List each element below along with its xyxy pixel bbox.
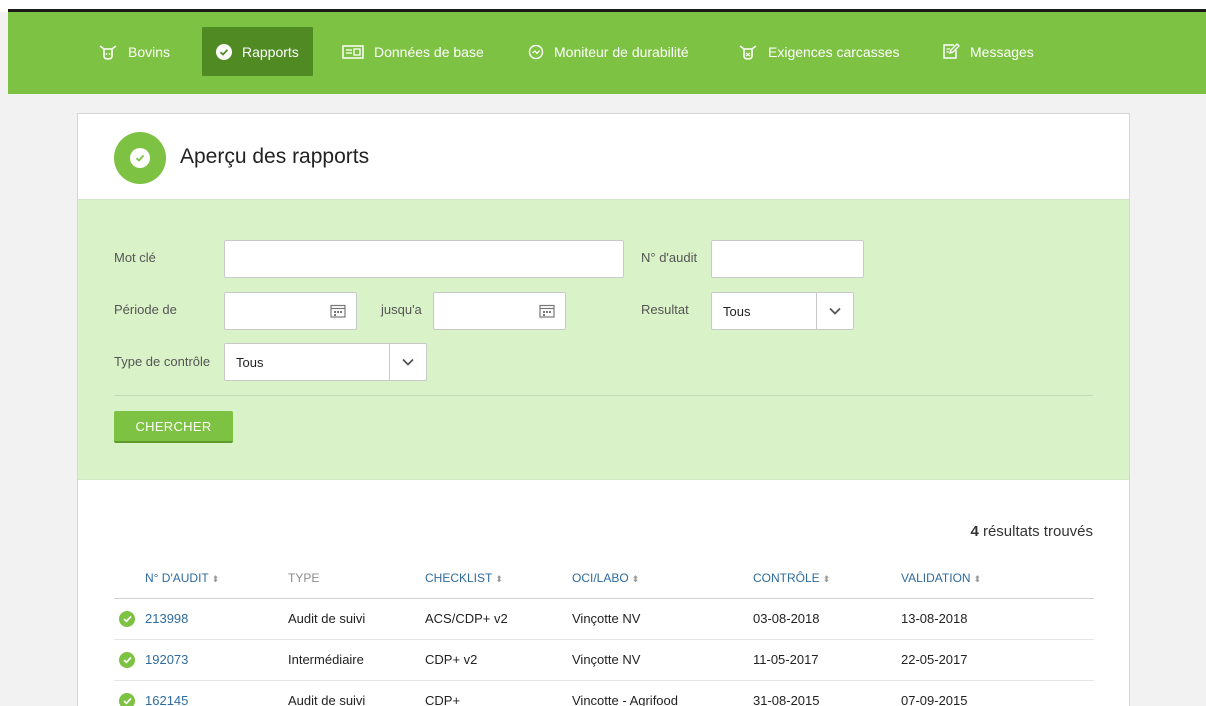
period-to-input[interactable] (433, 292, 566, 330)
carcass-icon (738, 43, 768, 61)
column-header-validation-label: VALIDATION (901, 571, 971, 585)
nav-label-donnees: Données de base (374, 43, 484, 60)
reports-header-icon (114, 132, 166, 184)
period-until-label: jusqu'a (381, 302, 422, 317)
search-button[interactable]: CHERCHER (114, 411, 233, 443)
control-type-select[interactable]: Tous (224, 343, 427, 381)
column-header-oci[interactable]: OCI/LABO ⬍ (572, 571, 639, 585)
calendar-icon[interactable] (330, 304, 346, 318)
chevron-down-icon[interactable] (816, 293, 853, 329)
cell-checklist: CDP+ (425, 693, 461, 706)
check-circle-icon (216, 43, 242, 60)
column-header-checklist[interactable]: CHECKLIST ⬍ (425, 571, 503, 585)
cell-checklist: ACS/CDP+ v2 (425, 611, 508, 626)
sort-icon: ⬍ (211, 574, 220, 584)
table-row[interactable]: 213998 Audit de suivi ACS/CDP+ v2 Vinçot… (114, 599, 1094, 640)
cell-checklist: CDP+ v2 (425, 652, 478, 667)
keyword-input[interactable] (224, 240, 624, 278)
id-card-icon (342, 44, 374, 59)
audit-number-link[interactable]: 192073 (145, 652, 188, 667)
cell-control-date: 11-05-2017 (753, 652, 819, 667)
nav-label-messages: Messages (970, 43, 1034, 60)
column-header-type: TYPE (288, 571, 320, 585)
result-select[interactable]: Tous (711, 292, 854, 330)
cell-type: Intermédiaire (288, 652, 364, 667)
results-count: 4 résultats trouvés (970, 523, 1093, 540)
column-header-control-label: CONTRÔLE (753, 571, 820, 585)
table-row[interactable]: 192073 Intermédiaire CDP+ v2 Vinçotte NV… (114, 640, 1094, 681)
cell-oci: Vinçotte NV (572, 611, 641, 626)
filter-divider (114, 395, 1093, 396)
table-row[interactable]: 162145 Audit de suivi CDP+ Vincotte - Ag… (114, 681, 1094, 706)
audit-number-link[interactable]: 213998 (145, 611, 188, 626)
column-header-oci-label: OCI/LABO (572, 571, 629, 585)
column-header-audit[interactable]: N° D'AUDIT ⬍ (145, 571, 219, 585)
cell-type: Audit de suivi (288, 693, 366, 706)
sort-icon: ⬍ (495, 574, 503, 584)
sort-icon: ⬍ (631, 574, 640, 584)
nav-label-bovins: Bovins (128, 43, 171, 60)
audit-number-input[interactable] (711, 240, 864, 278)
nav-item-donnees-de-base[interactable]: Données de base (342, 27, 484, 76)
nav-label-exigences: Exigences carcasses (768, 43, 900, 60)
sort-icon: ⬍ (973, 574, 982, 584)
results-count-number: 4 (970, 523, 979, 540)
status-check-icon (119, 652, 135, 668)
chevron-down-icon[interactable] (389, 344, 426, 380)
column-header-checklist-label: CHECKLIST (425, 571, 493, 585)
control-type-label: Type de contrôle (114, 354, 211, 369)
nav-label-moniteur: Moniteur de durabilité (554, 43, 689, 60)
cow-icon (98, 43, 128, 61)
column-header-control[interactable]: CONTRÔLE ⬍ (753, 571, 830, 585)
results-count-text: résultats trouvés (982, 523, 1093, 540)
nav-item-exigences[interactable]: Exigences carcasses (738, 27, 900, 76)
cell-validation-date: 07-09-2015 (901, 693, 968, 706)
cell-type: Audit de suivi (288, 611, 366, 626)
check-icon (135, 154, 145, 162)
nav-item-messages[interactable]: Messages (942, 27, 1034, 76)
message-edit-icon (942, 43, 970, 60)
nav-item-rapports[interactable]: Rapports (202, 27, 313, 76)
audit-number-label: N° d'audit (641, 250, 698, 265)
status-check-icon (119, 611, 135, 627)
top-border (0, 0, 1206, 12)
result-select-value: Tous (723, 304, 751, 319)
nav-item-moniteur[interactable]: Moniteur de durabilité (528, 27, 689, 76)
sort-icon: ⬍ (822, 574, 831, 584)
nav-label-rapports: Rapports (242, 43, 299, 60)
search-filters: Mot clé N° d'audit Période de jusqu'a Re… (78, 199, 1129, 480)
gauge-icon (528, 44, 554, 60)
cell-control-date: 31-08-2015 (753, 693, 820, 706)
control-type-value: Tous (236, 355, 264, 370)
audit-number-link[interactable]: 162145 (145, 693, 188, 706)
keyword-label: Mot clé (114, 250, 156, 265)
page-title: Aperçu des rapports (180, 145, 370, 168)
reports-panel: Aperçu des rapports Mot clé N° d'audit P… (77, 113, 1130, 706)
cell-oci: Vinçotte NV (572, 652, 641, 667)
column-header-audit-label: N° D'AUDIT (145, 571, 209, 585)
cell-validation-date: 22-05-2017 (901, 652, 968, 667)
cell-oci: Vincotte - Agrifood (572, 693, 678, 706)
cell-control-date: 03-08-2018 (753, 611, 820, 626)
period-from-label: Période de (114, 302, 177, 317)
nav-item-bovins[interactable]: Bovins (98, 27, 170, 76)
calendar-icon[interactable] (539, 304, 555, 318)
result-label: Resultat (641, 302, 689, 317)
column-header-validation[interactable]: VALIDATION ⬍ (901, 571, 981, 585)
main-navbar: Bovins Rapports Données de base Moniteur… (8, 12, 1206, 94)
period-from-input[interactable] (224, 292, 357, 330)
cell-validation-date: 13-08-2018 (901, 611, 968, 626)
status-check-icon (119, 693, 135, 706)
